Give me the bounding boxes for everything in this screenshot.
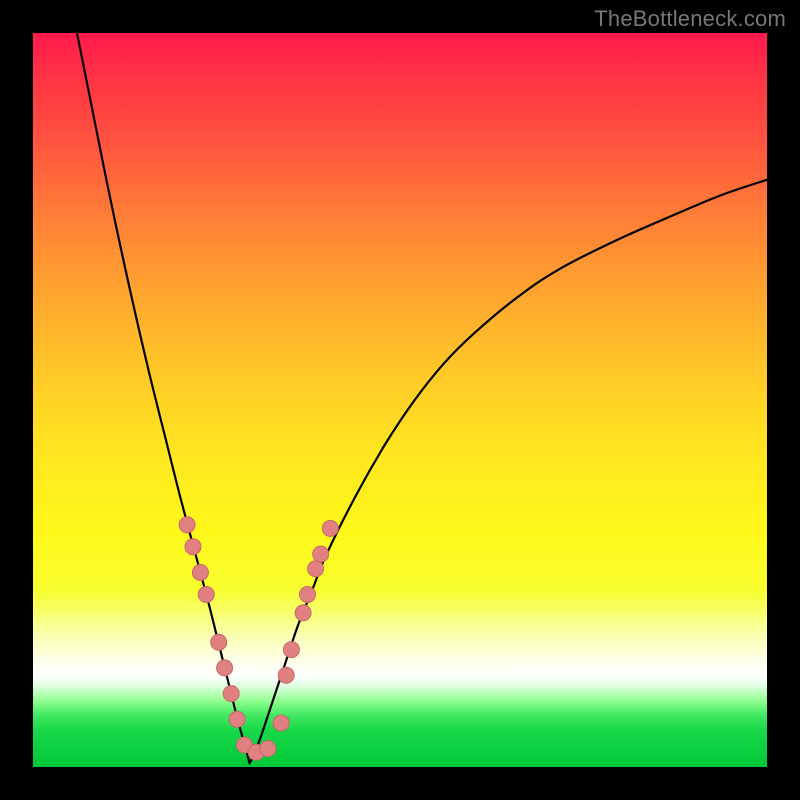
chart-frame: TheBottleneck.com	[0, 0, 800, 800]
marker-point	[211, 634, 227, 650]
deviation-curve	[77, 33, 767, 763]
marker-point	[295, 605, 311, 621]
marker-point	[273, 715, 289, 731]
marker-points	[179, 517, 338, 761]
marker-point	[185, 539, 201, 555]
marker-point	[223, 686, 239, 702]
curve-right-branch	[250, 180, 768, 764]
marker-point	[229, 711, 245, 727]
marker-point	[192, 565, 208, 581]
marker-point	[217, 660, 233, 676]
marker-point	[179, 517, 195, 533]
marker-point	[308, 561, 324, 577]
curve-left-branch	[77, 33, 250, 763]
marker-point	[322, 520, 338, 536]
marker-point	[283, 642, 299, 658]
marker-point	[278, 667, 294, 683]
marker-point	[313, 546, 329, 562]
watermark-text: TheBottleneck.com	[594, 6, 786, 32]
marker-point	[300, 587, 316, 603]
curve-layer	[33, 33, 767, 767]
marker-point	[198, 587, 214, 603]
marker-point	[260, 741, 276, 757]
